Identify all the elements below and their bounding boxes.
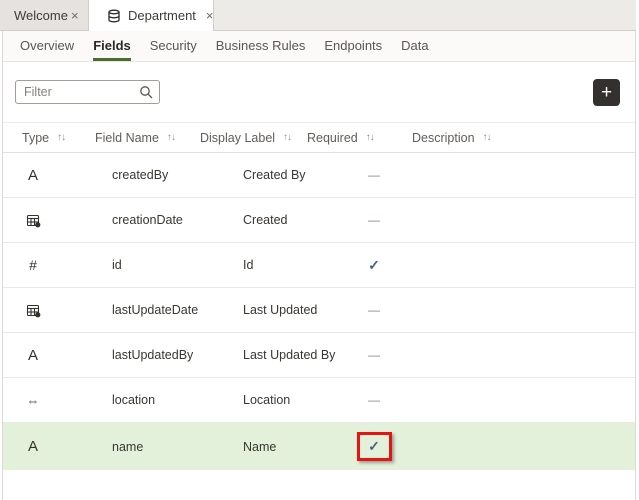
column-header-type[interactable]: Type ↑↓	[22, 123, 65, 152]
field-name-cell: lastUpdateDate	[112, 288, 198, 332]
tab-overview[interactable]: Overview	[20, 31, 74, 61]
datetime-field-type-icon	[26, 213, 41, 228]
red-annotation-box: ✓	[357, 432, 392, 461]
table-row-creationDate[interactable]: creationDate Created —	[3, 198, 635, 243]
tab-business-rules[interactable]: Business Rules	[216, 31, 306, 61]
text-field-type-icon: A	[28, 438, 38, 455]
table-row-lastUpdateDate[interactable]: lastUpdateDate Last Updated —	[3, 288, 635, 333]
not-required-dash: —	[368, 348, 380, 362]
search-icon[interactable]	[139, 85, 153, 99]
sort-icon[interactable]: ↑↓	[283, 132, 291, 143]
display-label-cell: Name	[243, 423, 276, 470]
subtab-bar: Overview Fields Security Business Rules …	[3, 31, 635, 62]
sort-icon[interactable]: ↑↓	[366, 132, 374, 143]
close-icon[interactable]: ×	[68, 7, 82, 24]
tab-fields[interactable]: Fields	[93, 31, 131, 61]
tab-data[interactable]: Data	[401, 31, 428, 61]
required-check-icon: ✓	[368, 438, 380, 455]
required-check-icon: ✓	[368, 257, 380, 274]
add-field-button[interactable]: +	[593, 79, 620, 106]
not-required-dash: —	[368, 303, 380, 317]
table-row-location[interactable]: ⇔ location Location —	[3, 378, 635, 423]
table-header: Type ↑↓ Field Name ↑↓ Display Label ↑↓ R…	[3, 122, 635, 153]
sort-icon[interactable]: ↑↓	[483, 132, 491, 143]
table-row-lastUpdatedBy[interactable]: A lastUpdatedBy Last Updated By —	[3, 333, 635, 378]
tab-security[interactable]: Security	[150, 31, 197, 61]
tab-department-label: Department	[128, 8, 196, 23]
display-label-cell: Created	[243, 198, 287, 242]
not-required-dash: —	[368, 213, 380, 227]
display-label-cell: Created By	[243, 153, 306, 197]
field-name-cell: location	[112, 378, 155, 422]
field-name-cell: id	[112, 243, 122, 287]
display-label-cell: Location	[243, 378, 290, 422]
table-body: A createdBy Created By — creationDate Cr…	[3, 153, 635, 470]
field-name-cell: creationDate	[112, 198, 183, 242]
sort-icon[interactable]: ↑↓	[167, 132, 175, 143]
field-name-cell: createdBy	[112, 153, 168, 197]
column-header-display-label[interactable]: Display Label ↑↓	[200, 123, 291, 152]
column-header-field-name[interactable]: Field Name ↑↓	[95, 123, 175, 152]
field-name-cell: name	[112, 423, 143, 470]
table-row-id[interactable]: # id Id ✓	[3, 243, 635, 288]
number-field-type-icon: #	[29, 257, 37, 273]
text-field-type-icon: A	[28, 347, 38, 364]
display-label-cell: Last Updated By	[243, 333, 335, 377]
sort-icon[interactable]: ↑↓	[57, 132, 65, 143]
column-header-description[interactable]: Description ↑↓	[412, 123, 491, 152]
display-label-cell: Id	[243, 243, 253, 287]
not-required-dash: —	[368, 168, 380, 182]
table-row-createdBy[interactable]: A createdBy Created By —	[3, 153, 635, 198]
tab-bar-filler	[214, 0, 636, 31]
text-field-type-icon: A	[28, 167, 38, 184]
tab-endpoints[interactable]: Endpoints	[324, 31, 382, 61]
column-header-required[interactable]: Required ↑↓	[307, 123, 374, 152]
table-row-name-highlighted[interactable]: A name Name ✓	[3, 423, 635, 470]
reference-field-type-icon: ⇔	[27, 393, 40, 408]
app-window: Welcome × Department × Overview Fields S…	[0, 0, 639, 500]
not-required-dash: —	[368, 393, 380, 407]
tab-welcome-label: Welcome	[14, 8, 68, 23]
tab-department[interactable]: Department ×	[88, 0, 214, 31]
database-icon	[107, 9, 121, 23]
datetime-field-type-icon	[26, 303, 41, 318]
filter-field-wrap	[15, 80, 160, 104]
window-tab-bar: Welcome × Department ×	[0, 0, 636, 31]
field-name-cell: lastUpdatedBy	[112, 333, 193, 377]
tab-welcome[interactable]: Welcome ×	[0, 0, 88, 31]
display-label-cell: Last Updated	[243, 288, 317, 332]
